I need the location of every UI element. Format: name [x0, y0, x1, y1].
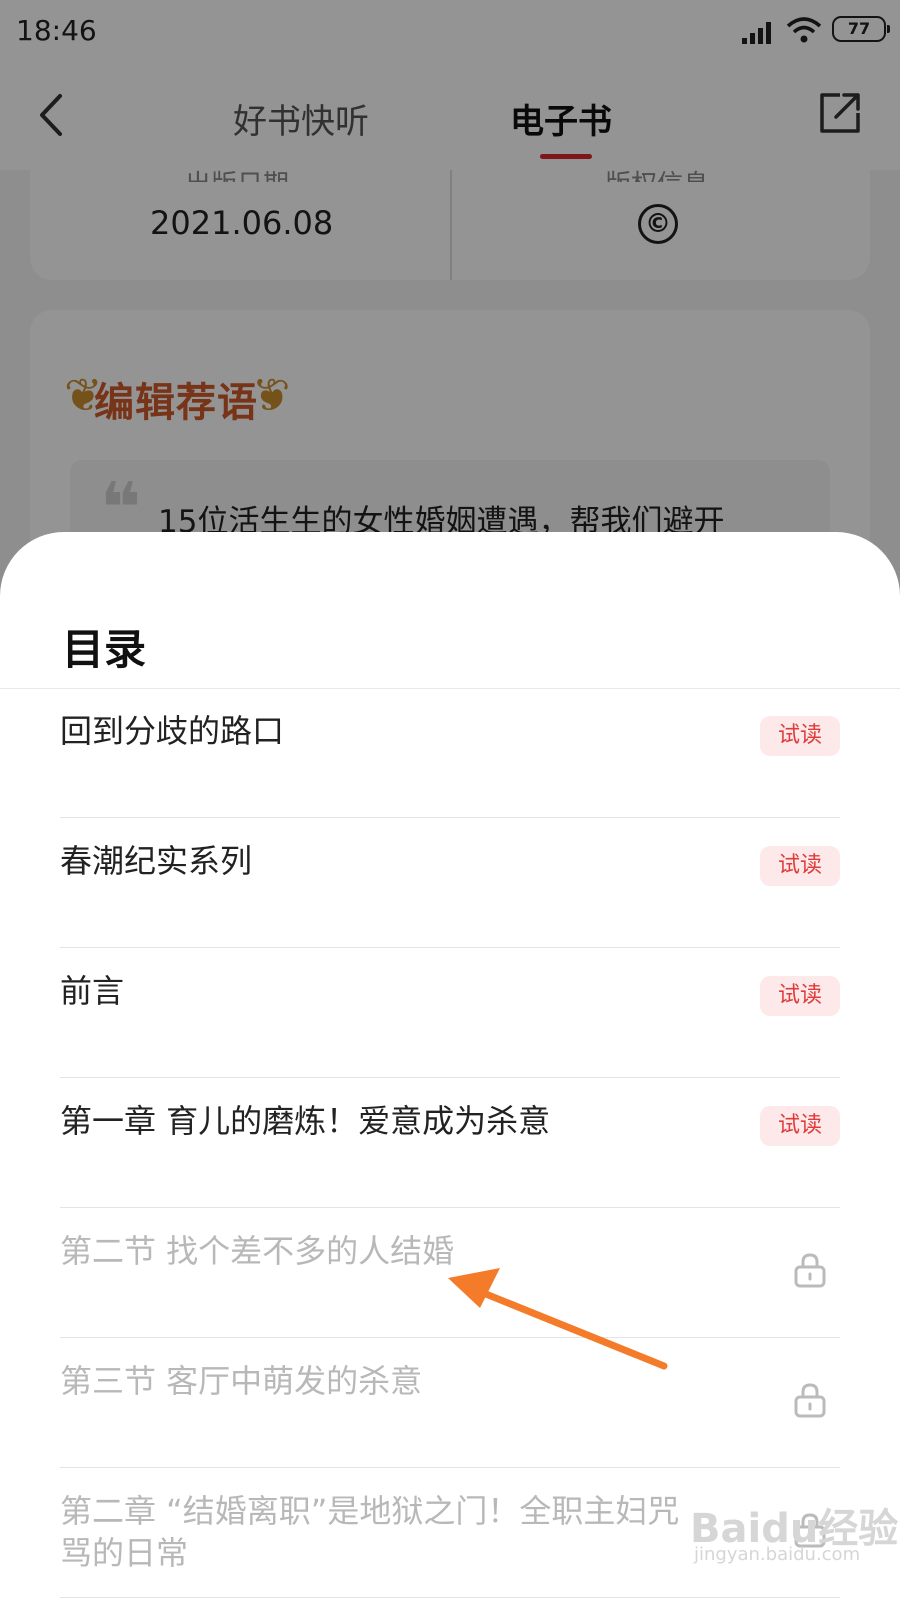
trial-read-badge: 试读 — [760, 976, 840, 1016]
toc-item-label: 回到分歧的路口 — [60, 712, 285, 750]
toc-item-label: 第二章 “结婚离职”是地狱之门！全职主妇咒骂的日常 — [60, 1492, 680, 1572]
lock-icon — [794, 1383, 826, 1418]
toc-item-label: 前言 — [60, 972, 125, 1010]
watermark-url: jingyan.baidu.com — [694, 1544, 861, 1565]
toc-item[interactable]: 回到分歧的路口 试读 — [60, 688, 840, 818]
toc-item[interactable]: 前言 试读 — [60, 948, 840, 1078]
trial-read-badge: 试读 — [760, 716, 840, 756]
toc-sheet: 目录 回到分歧的路口 试读 春潮纪实系列 试读 前言 试读 第一章 育儿的磨炼！… — [0, 532, 900, 1600]
trial-read-badge: 试读 — [760, 1106, 840, 1146]
toc-title: 目录 — [62, 625, 147, 674]
toc-item-label: 第二节 找个差不多的人结婚 — [60, 1232, 455, 1270]
toc-item-locked[interactable]: 第三节 客厅中萌发的杀意 — [60, 1338, 840, 1468]
toc-item-locked[interactable]: 第二节 找个差不多的人结婚 — [60, 1208, 840, 1338]
toc-item-label: 第三节 客厅中萌发的杀意 — [60, 1362, 423, 1400]
toc-item[interactable]: 第一章 育儿的磨炼！爱意成为杀意 试读 — [60, 1078, 840, 1208]
toc-item-label: 春潮纪实系列 — [60, 842, 253, 880]
toc-item[interactable]: 春潮纪实系列 试读 — [60, 818, 840, 948]
toc-item-label: 第一章 育儿的磨炼！爱意成为杀意 — [60, 1102, 551, 1140]
lock-icon — [794, 1253, 826, 1288]
trial-read-badge: 试读 — [760, 846, 840, 886]
